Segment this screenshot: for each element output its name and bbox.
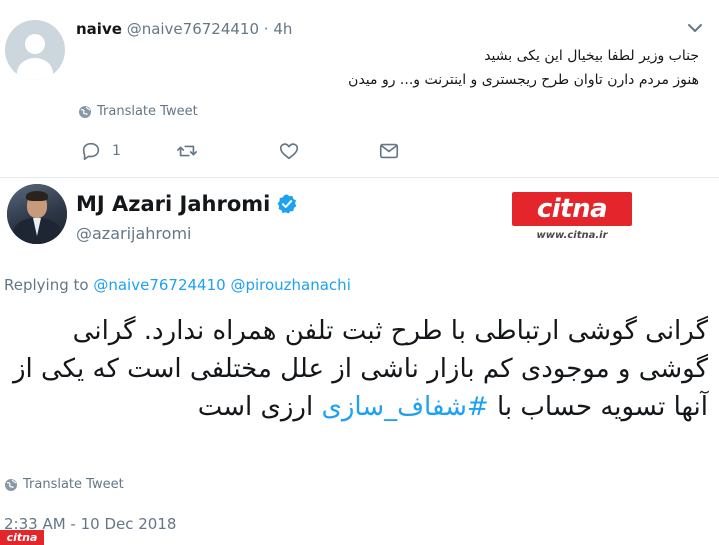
like-icon — [279, 143, 299, 160]
translate-tweet-link[interactable]: Translate Tweet — [4, 477, 124, 492]
author-handle[interactable]: @naive76724410 — [127, 20, 259, 38]
dm-icon — [379, 143, 399, 159]
hashtag-link[interactable]: #شفاف_سازی — [321, 392, 488, 422]
author-name[interactable]: naive — [76, 20, 122, 38]
citna-url: www.citna.ir — [536, 230, 608, 241]
retweet-icon — [177, 145, 197, 157]
tweet-time[interactable]: · 4h — [264, 20, 293, 38]
reply-button[interactable]: 1 — [80, 140, 121, 162]
chevron-down-icon[interactable] — [685, 18, 705, 38]
globe-icon — [5, 478, 17, 491]
avatar[interactable] — [5, 20, 65, 80]
reply-count: 1 — [112, 143, 121, 159]
replying-prefix: Replying to — [4, 276, 94, 294]
retweet-button[interactable] — [176, 140, 198, 162]
reply-icon — [82, 142, 100, 161]
replying-user-link[interactable]: @naive76724410 — [93, 276, 225, 294]
avatar[interactable] — [7, 184, 67, 244]
citna-logo-text: citna — [536, 194, 608, 224]
like-button[interactable] — [278, 140, 300, 162]
tweet-text-end: ارزی است — [197, 392, 322, 422]
author-handle[interactable]: @azarijahromi — [76, 224, 191, 243]
verified-icon — [277, 194, 297, 214]
reply-text-line: جناب وزیر لطفا بیخیال این یکی بشید — [484, 48, 699, 64]
citna-badge-text: citna — [6, 531, 38, 544]
reply-tweet[interactable]: naive @naive76724410 · 4h جناب وزیر لطفا… — [0, 0, 719, 178]
direct-message-button[interactable] — [378, 140, 400, 162]
author-name[interactable]: MJ Azari Jahromi — [76, 192, 270, 216]
citna-watermark-logo: citna www.citna.ir — [508, 188, 636, 246]
reply-tweet-text: جناب وزیر لطفا بیخیال این یکی بشید هنوز … — [99, 44, 699, 92]
translate-label: Translate Tweet — [23, 477, 124, 492]
reply-tweet-header: naive @naive76724410 · 4h — [76, 20, 292, 38]
author-name-row: MJ Azari Jahromi — [76, 192, 298, 216]
replying-user-link[interactable]: @pirouzhanachi — [230, 276, 350, 294]
translate-tweet-link[interactable]: Translate Tweet — [78, 104, 198, 119]
reply-text-line: هنوز مردم دارن تاوان طرح ریجستری و اینتر… — [348, 72, 699, 88]
translate-label: Translate Tweet — [97, 104, 198, 119]
citna-watermark-badge: citna — [0, 530, 44, 545]
globe-icon — [79, 105, 91, 118]
replying-to: Replying to @naive76724410 @pirouzhanach… — [4, 276, 351, 294]
tweet-text: گرانی گوشی ارتباطی با طرح ثبت تلفن همراه… — [8, 312, 708, 426]
